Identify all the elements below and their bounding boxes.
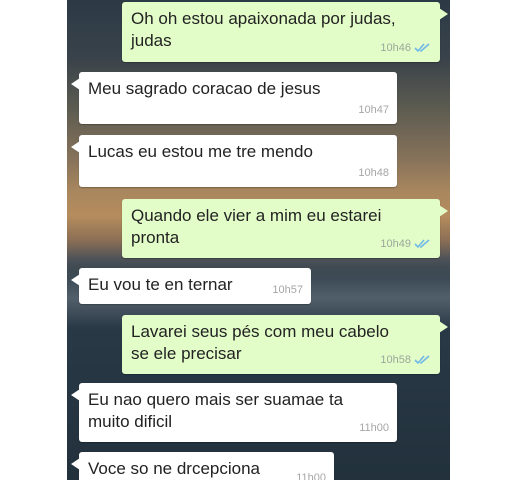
message-meta: 11h00 [359, 417, 389, 439]
message-time: 10h47 [358, 104, 389, 116]
message-meta: 11h00 [296, 467, 326, 480]
message-time: 10h46 [380, 42, 411, 54]
message-meta: 10h48 [358, 162, 389, 184]
message-time: 10h48 [358, 167, 389, 179]
message-bubble-incoming[interactable]: Meu sagrado coracao de jesus 10h47 [71, 72, 397, 124]
message-time: 10h58 [380, 354, 411, 366]
message-bubble-outgoing[interactable]: Quando ele vier a mim eu estarei pronta … [122, 199, 448, 258]
message-bubble-outgoing[interactable]: Oh oh estou apaixonada por judas, judas … [122, 2, 448, 62]
message-time: 10h57 [272, 284, 303, 296]
message-time: 11h00 [296, 472, 326, 480]
message-meta: 10h49 [380, 233, 432, 255]
message-bubble-outgoing[interactable]: Lavarei seus pés com meu cabelo se ele p… [122, 315, 448, 374]
message-meta: 10h47 [358, 99, 389, 121]
message-time: 10h49 [380, 238, 411, 250]
message-meta: 10h58 [380, 349, 432, 371]
message-text: Voce so ne drcepciona [88, 459, 261, 478]
double-check-icon [414, 43, 430, 53]
message-bubble-incoming[interactable]: Eu vou te en ternar 10h57 [71, 268, 311, 304]
message-text: Lucas eu estou me tre mendo [88, 142, 313, 161]
message-time: 11h00 [359, 422, 389, 434]
chat-screen: Oh oh estou apaixonada por judas, judas … [67, 0, 450, 480]
double-check-icon [414, 355, 430, 365]
message-bubble-incoming[interactable]: Eu nao quero mais ser suamae ta muito di… [71, 383, 397, 442]
message-bubble-incoming[interactable]: Voce so ne drcepciona 11h00 [71, 452, 334, 480]
message-text: Eu nao quero mais ser suamae ta muito di… [88, 390, 344, 431]
message-meta: 10h57 [272, 279, 303, 301]
message-text: Eu vou te en ternar [88, 275, 233, 294]
message-meta: 10h46 [380, 37, 432, 59]
message-bubble-incoming[interactable]: Lucas eu estou me tre mendo 10h48 [71, 135, 397, 187]
message-text: Meu sagrado coracao de jesus [88, 79, 321, 98]
double-check-icon [414, 239, 430, 249]
